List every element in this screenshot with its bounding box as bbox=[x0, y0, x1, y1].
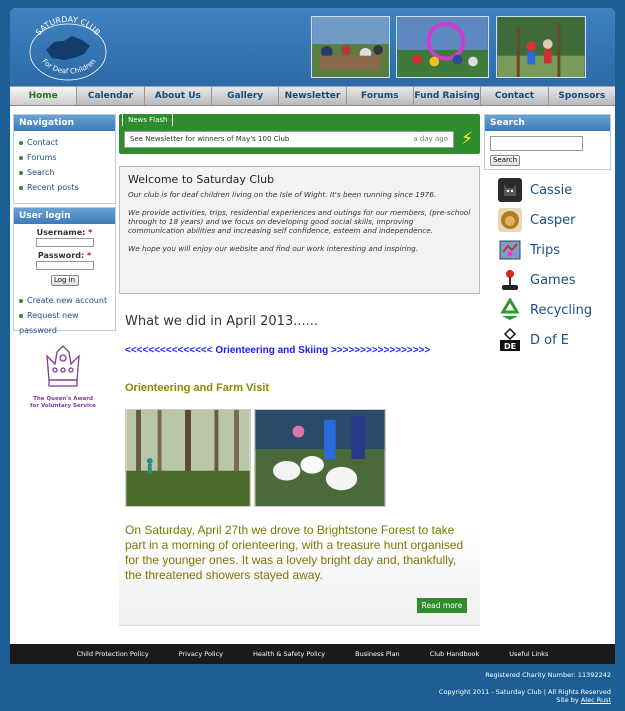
crown-icon bbox=[46, 345, 80, 387]
sidebar-link-casper[interactable]: Casper bbox=[498, 206, 575, 234]
menu-sponsors[interactable]: Sponsors bbox=[549, 87, 615, 105]
username-input[interactable] bbox=[35, 238, 94, 247]
footer-link-child-protection[interactable]: Child Protection Policy bbox=[62, 644, 164, 664]
nav-link-recent-posts[interactable]: Recent posts bbox=[19, 180, 110, 195]
password-input[interactable] bbox=[35, 261, 94, 270]
queens-award-badge[interactable]: The Queen's Award for Voluntary Service bbox=[28, 342, 98, 410]
lion-icon bbox=[498, 208, 522, 232]
menu-forums[interactable]: Forums bbox=[347, 87, 414, 105]
sidebar-link-label: Cassie bbox=[530, 182, 573, 198]
menu-fund-raising[interactable]: Fund Raising bbox=[414, 87, 482, 105]
svg-text:For Deaf Children: For Deaf Children bbox=[40, 57, 97, 75]
footer-link-business-plan[interactable]: Business Plan bbox=[340, 644, 415, 664]
map-icon bbox=[498, 238, 522, 262]
article: What we did in April 2013...... <<<<<<<<… bbox=[119, 304, 480, 626]
header-photo-climbing bbox=[496, 16, 586, 78]
site-header: SATURDAY CLUB For Deaf Children bbox=[10, 8, 615, 86]
login-button[interactable]: Log in bbox=[50, 275, 79, 286]
footer-link-health-safety[interactable]: Health & Safety Policy bbox=[238, 644, 340, 664]
welcome-paragraph-1: Our club is for deaf children living on … bbox=[128, 190, 437, 199]
sidebar-link-games[interactable]: Games bbox=[498, 266, 575, 294]
menu-gallery[interactable]: Gallery bbox=[212, 87, 280, 105]
news-flash-time: a day ago bbox=[413, 135, 448, 143]
search-input[interactable] bbox=[490, 136, 583, 151]
sidebar-link-label: D of E bbox=[530, 332, 570, 348]
welcome-box: Welcome to Saturday Club Our club is for… bbox=[119, 166, 480, 294]
recycle-icon bbox=[498, 298, 522, 322]
create-account-link[interactable]: Create new account bbox=[19, 293, 110, 308]
search-block: Search Search bbox=[484, 114, 611, 170]
svg-text:SATURDAY CLUB: SATURDAY CLUB bbox=[34, 15, 102, 37]
page-container: SATURDAY CLUB For Deaf Children Home Cal… bbox=[10, 8, 615, 644]
menu-about-us[interactable]: About Us bbox=[145, 87, 212, 105]
navigation-title: Navigation bbox=[14, 115, 115, 131]
article-title: What we did in April 2013...... bbox=[125, 314, 319, 329]
copyright-text: Copyright 2011 - Saturday Club | All Rig… bbox=[438, 688, 611, 696]
news-flash-text: See Newsletter for winners of May's 100 … bbox=[130, 135, 290, 143]
password-label: Password: * bbox=[37, 251, 92, 260]
joystick-icon bbox=[498, 268, 522, 292]
site-credit: Site by Alec Rust bbox=[556, 696, 611, 704]
menu-home[interactable]: Home bbox=[10, 87, 78, 105]
svg-text:DE: DE bbox=[504, 342, 516, 351]
award-line-2: for Voluntary Service bbox=[30, 403, 96, 409]
search-button[interactable]: Search bbox=[490, 155, 520, 166]
charity-number: Registered Charity Number: 11392242 bbox=[485, 671, 611, 679]
footer-links-bar: Child Protection Policy Privacy Policy H… bbox=[10, 644, 615, 664]
sidebar-link-recycling[interactable]: Recycling bbox=[498, 296, 592, 324]
author-link[interactable]: Alec Rust bbox=[581, 696, 611, 704]
sidebar-link-label: Recycling bbox=[530, 302, 593, 318]
nav-link-search[interactable]: Search bbox=[19, 165, 110, 180]
navigation-block: Navigation Contact Forums Search Recent … bbox=[13, 114, 116, 204]
lightning-icon: ⚡ bbox=[461, 129, 473, 149]
news-flash-tab: News Flash bbox=[122, 113, 174, 126]
user-login-title: User login bbox=[14, 208, 115, 224]
menu-contact[interactable]: Contact bbox=[481, 87, 549, 105]
footer-link-privacy[interactable]: Privacy Policy bbox=[164, 644, 238, 664]
username-label: Username: * bbox=[36, 228, 93, 237]
sidebar-link-trips[interactable]: Trips bbox=[498, 236, 560, 264]
menu-calendar[interactable]: Calendar bbox=[77, 87, 145, 105]
article-body: On Saturday, April 27th we drove to Brig… bbox=[125, 523, 464, 582]
header-photo-festival bbox=[396, 16, 489, 78]
skiing-link[interactable]: <<<<<<<<<<<<<<< Orienteering and Skiing … bbox=[125, 345, 430, 356]
header-photo-group-picnic bbox=[311, 16, 390, 78]
lambs-photo[interactable] bbox=[254, 409, 386, 507]
welcome-paragraph-3: We hope you will enjoy our website and f… bbox=[128, 244, 419, 253]
dofe-icon: DE bbox=[498, 328, 522, 352]
sidebar-link-label: Trips bbox=[530, 242, 561, 258]
news-flash-item[interactable]: See Newsletter for winners of May's 100 … bbox=[124, 131, 454, 148]
welcome-paragraph-2: We provide activities, trips, residentia… bbox=[128, 208, 471, 235]
search-title: Search bbox=[485, 115, 610, 131]
site-logo[interactable]: SATURDAY CLUB For Deaf Children bbox=[24, 14, 112, 82]
user-login-block: User login Username: * Password: * Log i… bbox=[13, 207, 116, 335]
award-line-1: The Queen's Award bbox=[33, 396, 93, 402]
sidebar-link-cassie[interactable]: Cassie bbox=[498, 176, 572, 204]
welcome-title: Welcome to Saturday Club bbox=[128, 173, 275, 186]
sidebar-link-label: Casper bbox=[530, 212, 576, 228]
menu-newsletter[interactable]: Newsletter bbox=[279, 87, 347, 105]
nav-link-forums[interactable]: Forums bbox=[19, 150, 110, 165]
request-password-link[interactable]: Request new password bbox=[19, 308, 110, 338]
sidebar-link-label: Games bbox=[530, 272, 576, 288]
read-more-button[interactable]: Read more bbox=[417, 598, 467, 613]
footer-link-club-handbook[interactable]: Club Handbook bbox=[415, 644, 495, 664]
main-menu: Home Calendar About Us Gallery Newslette… bbox=[10, 86, 615, 106]
news-flash: News Flash See Newsletter for winners of… bbox=[119, 113, 480, 154]
dog-icon bbox=[498, 178, 522, 202]
article-subtitle: Orienteering and Farm Visit bbox=[125, 382, 270, 394]
footer-link-useful-links[interactable]: Useful Links bbox=[494, 644, 563, 664]
sidebar-link-dofe[interactable]: DE D of E bbox=[498, 326, 569, 354]
nav-link-contact[interactable]: Contact bbox=[19, 135, 110, 150]
forest-photo[interactable] bbox=[125, 409, 251, 507]
